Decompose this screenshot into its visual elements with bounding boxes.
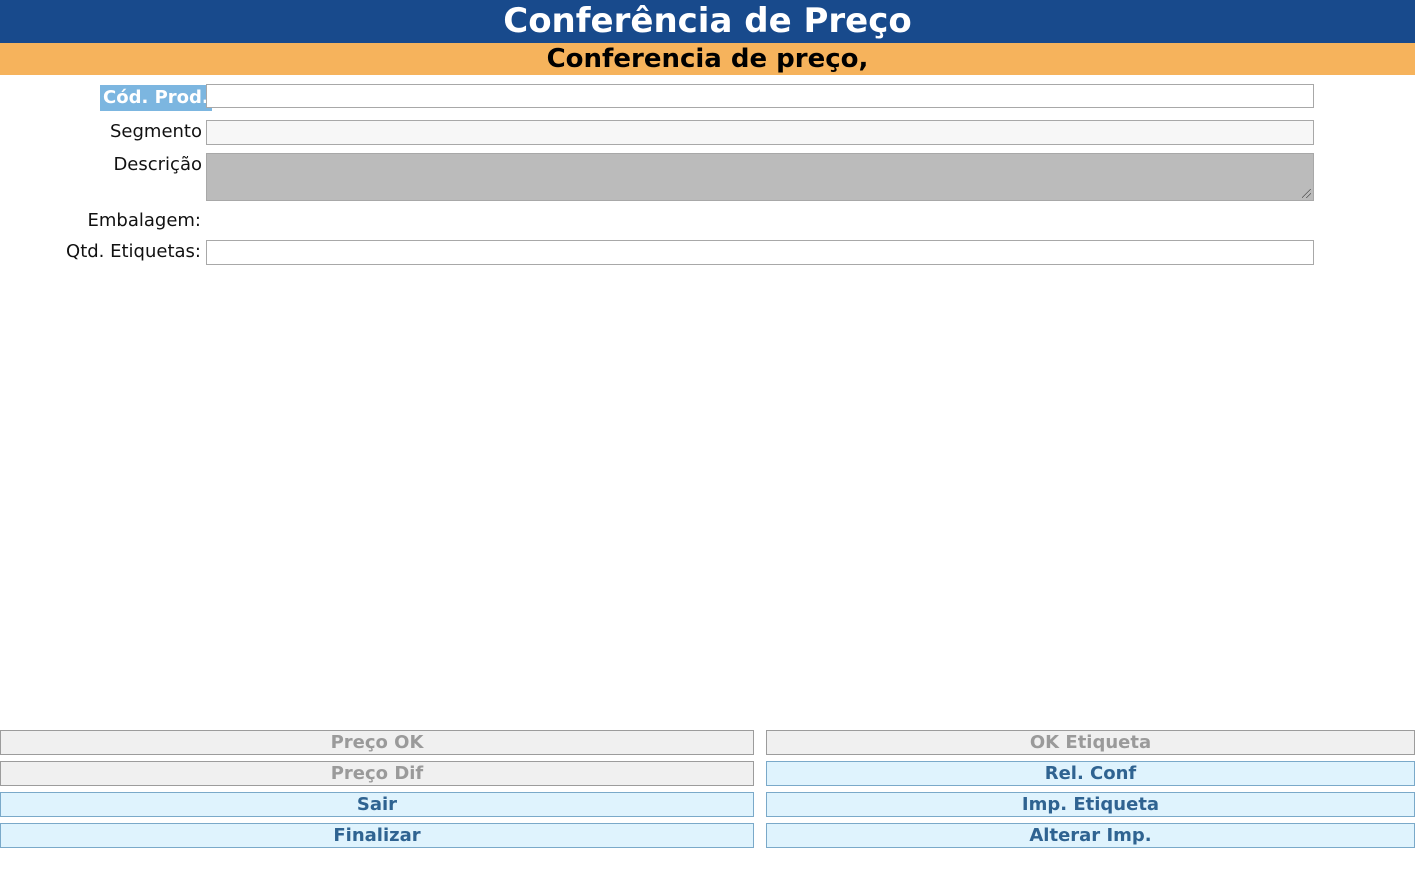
descricao-textarea[interactable] — [206, 153, 1314, 201]
resize-grip-icon[interactable] — [1302, 189, 1311, 198]
descricao-label: Descrição — [113, 154, 202, 175]
cod-prod-input[interactable] — [206, 84, 1314, 108]
cod-prod-label: Cód. Prod. — [100, 85, 212, 111]
embalagem-label: Embalagem: — [87, 210, 202, 231]
page-title: Conferência de Preço — [0, 0, 1415, 43]
segmento-field[interactable] — [206, 120, 1314, 145]
imp-etiqueta-button[interactable]: Imp. Etiqueta — [766, 792, 1415, 817]
preco-ok-button[interactable]: Preço OK — [0, 730, 754, 755]
segmento-label: Segmento — [109, 121, 202, 142]
sair-button[interactable]: Sair — [0, 792, 754, 817]
ok-etiqueta-button[interactable]: OK Etiqueta — [766, 730, 1415, 755]
page-subtitle: Conferencia de preço, — [0, 43, 1415, 75]
rel-conf-button[interactable]: Rel. Conf — [766, 761, 1415, 786]
qtd-etiquetas-label: Qtd. Etiquetas: — [66, 241, 201, 262]
preco-dif-button[interactable]: Preço Dif — [0, 761, 754, 786]
qtd-etiquetas-input[interactable] — [206, 240, 1314, 265]
finalizar-button[interactable]: Finalizar — [0, 823, 754, 848]
alterar-imp-button[interactable]: Alterar Imp. — [766, 823, 1415, 848]
